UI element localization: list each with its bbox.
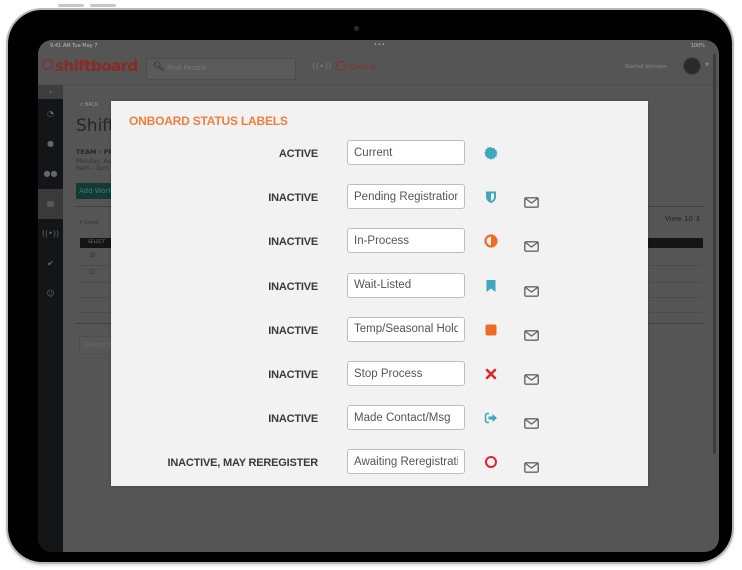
- status-label-row: INACTIVE: [111, 361, 648, 389]
- status-category-label: INACTIVE: [268, 413, 318, 426]
- dashboard-icon[interactable]: ◔: [38, 99, 63, 129]
- bookmark-icon[interactable]: [484, 278, 498, 292]
- status-label-row: INACTIVE: [111, 184, 648, 212]
- person-icon[interactable]: ●: [38, 129, 63, 159]
- status-category-label: INACTIVE: [268, 324, 318, 337]
- envelope-icon[interactable]: [524, 414, 539, 430]
- volume-button: [58, 4, 84, 7]
- status-label-input[interactable]: [347, 184, 465, 210]
- status-label-input[interactable]: [347, 228, 465, 254]
- status-label-row: INACTIVE: [111, 272, 648, 301]
- expand-nav-button[interactable]: ›: [38, 85, 63, 99]
- avatar[interactable]: [683, 57, 701, 75]
- x-mark-icon[interactable]: [484, 366, 498, 380]
- user-name[interactable]: Rachel Johnson: [625, 64, 667, 70]
- circle-outline-icon[interactable]: [484, 454, 498, 469]
- find-people-search[interactable]: 🔍︎ Find People: [146, 58, 296, 80]
- status-category-label: INACTIVE: [268, 192, 318, 205]
- count-label: 4 Count: [79, 220, 99, 226]
- status-category-label: ACTIVE: [278, 148, 318, 160]
- status-category-label: INACTIVE, MAY REREGISTER: [167, 457, 319, 470]
- broadcast-icon[interactable]: ((•)): [312, 62, 331, 72]
- view-count-select[interactable]: View 10 ⇕: [665, 215, 701, 223]
- status-category-label: INACTIVE: [268, 280, 318, 293]
- status-label-input[interactable]: [347, 272, 465, 298]
- status-label-input[interactable]: [347, 316, 465, 342]
- status-time: 9:41 AM Tue May 7: [50, 43, 98, 49]
- search-icon: 🔍︎: [153, 62, 165, 72]
- half-circle-icon[interactable]: [484, 233, 498, 248]
- team-icon[interactable]: ●●: [38, 159, 63, 189]
- row-checkbox-checked[interactable]: ☑: [90, 252, 95, 259]
- date-line: Monday, Au: [76, 158, 112, 165]
- envelope-icon[interactable]: [524, 193, 539, 209]
- envelope-icon[interactable]: [524, 326, 539, 341]
- shift-date: Monday, Au 6am - 3pm: [76, 158, 111, 172]
- status-label-input[interactable]: [347, 405, 465, 431]
- status-label-row: INACTIVE: [111, 316, 648, 345]
- shiftboard-logo[interactable]: shiftboard: [42, 57, 138, 75]
- modal-title: ONBOARD STATUS LABELS: [129, 114, 288, 128]
- camera: [354, 26, 359, 31]
- time-line: 6am - 3pm: [76, 165, 109, 172]
- team-label: TEAM - PR: [76, 148, 114, 156]
- envelope-icon[interactable]: [524, 458, 539, 474]
- battery-indicator: 100%: [690, 43, 705, 49]
- clock-in-button[interactable]: Clock In: [336, 61, 377, 71]
- square-icon[interactable]: [484, 322, 498, 336]
- check-icon[interactable]: ✔: [38, 249, 63, 279]
- clock-icon: [336, 61, 346, 71]
- multitask-dots: •••: [374, 42, 386, 48]
- envelope-icon[interactable]: [524, 370, 539, 385]
- status-label-input[interactable]: [347, 361, 465, 386]
- envelope-icon[interactable]: [524, 282, 539, 297]
- scrollbar[interactable]: [713, 54, 716, 454]
- status-bar: 9:41 AM Tue May 7 ••• 100%: [38, 40, 719, 52]
- broadcast-nav-icon[interactable]: ((•)): [38, 219, 63, 249]
- top-bar: shiftboard 🔍︎ Find People ((•)) Clock In…: [38, 52, 719, 85]
- search-placeholder: Find People: [167, 64, 207, 72]
- status-label-input[interactable]: [347, 140, 465, 165]
- logo-icon: [42, 59, 53, 70]
- status-label-input[interactable]: [347, 449, 465, 475]
- user-settings-icon[interactable]: ☺: [38, 279, 63, 309]
- badge-icon[interactable]: [484, 145, 498, 160]
- status-label-row: INACTIVE: [111, 228, 648, 256]
- status-label-row: ACTIVE: [111, 140, 648, 168]
- onboard-status-modal: ONBOARD STATUS LABELS ACTIVE INACTIVE IN…: [111, 101, 648, 486]
- status-label-row: INACTIVE: [111, 405, 648, 433]
- side-nav: › ◔ ● ●● ▦ ((•)) ✔ ☺: [38, 85, 63, 552]
- row-checkbox[interactable]: ☐: [90, 269, 95, 276]
- chevron-down-icon[interactable]: ▼: [705, 62, 709, 68]
- status-category-label: INACTIVE: [268, 236, 318, 249]
- envelope-icon[interactable]: [524, 237, 539, 253]
- status-label-row: INACTIVE, MAY REREGISTER: [111, 449, 648, 477]
- back-link[interactable]: < BACK: [79, 102, 98, 108]
- volume-button: [90, 4, 116, 7]
- sign-out-icon[interactable]: [484, 410, 498, 424]
- status-category-label: INACTIVE: [268, 369, 318, 381]
- clock-in-label: Clock In: [349, 63, 377, 71]
- calendar-icon[interactable]: ▦: [38, 189, 63, 219]
- logo-text: shiftboard: [55, 57, 138, 75]
- shield-icon[interactable]: [484, 189, 498, 204]
